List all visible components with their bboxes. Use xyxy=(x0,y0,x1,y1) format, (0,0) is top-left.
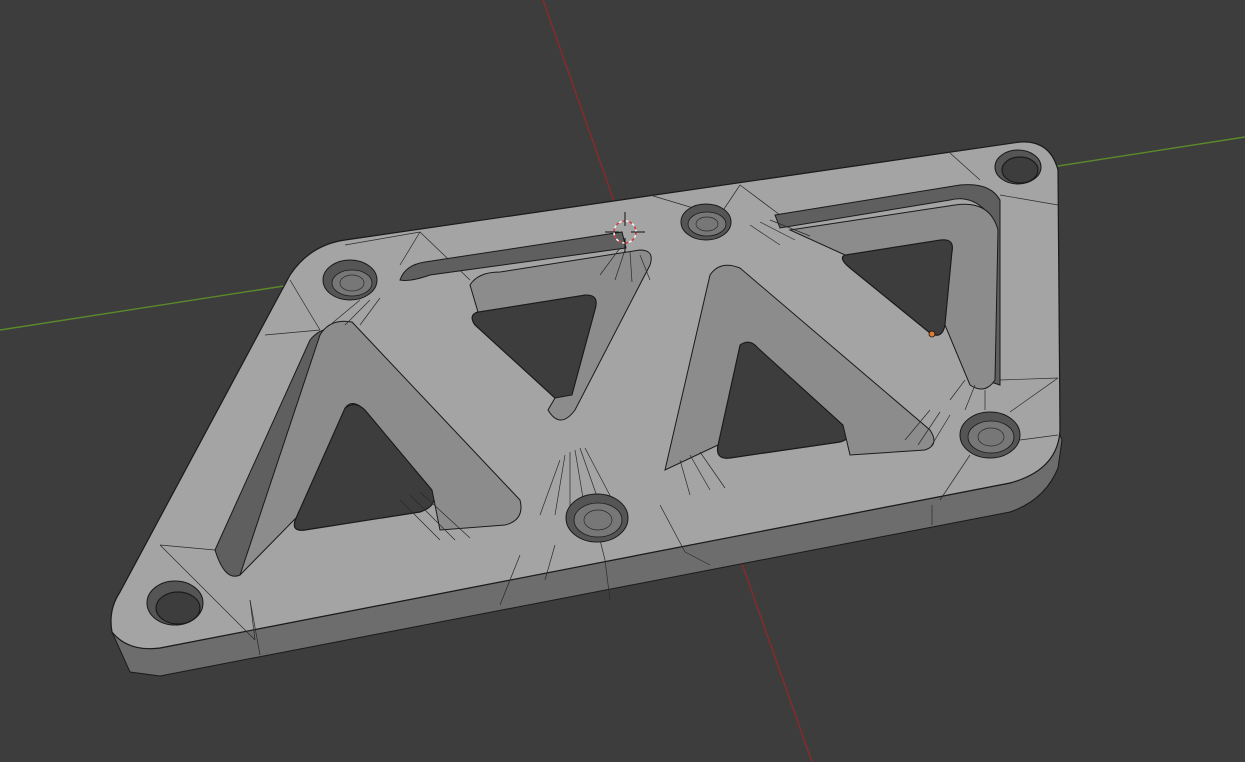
object-origin-dot[interactable] xyxy=(928,330,936,338)
bolt-hole-1[interactable] xyxy=(146,580,204,626)
viewport-scene[interactable] xyxy=(0,0,1245,762)
bolt-hole-2[interactable] xyxy=(322,259,378,301)
bolt-hole-6[interactable] xyxy=(994,149,1042,185)
bolt-hole-4[interactable] xyxy=(680,203,732,241)
3d-viewport[interactable] xyxy=(0,0,1245,762)
bolt-hole-3[interactable] xyxy=(565,493,629,543)
bolt-hole-5[interactable] xyxy=(959,411,1021,459)
